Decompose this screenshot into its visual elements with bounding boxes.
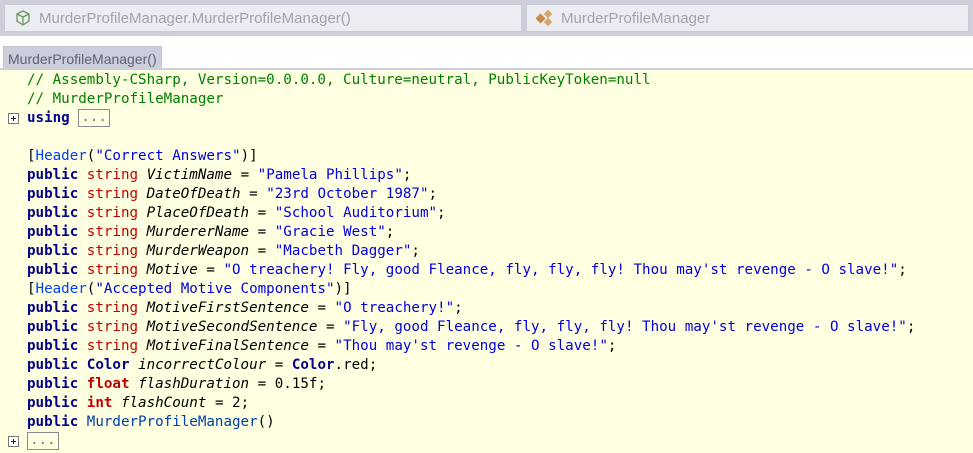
public-keyword: public: [27, 395, 79, 411]
field-name: flashCount: [120, 395, 207, 411]
field-line: public string MotiveFinalSentence = "Tho…: [27, 338, 617, 354]
string-keyword: string: [86, 205, 139, 221]
member-dropdown[interactable]: MurderProfileManager.MurderProfileManage…: [4, 4, 522, 32]
string-keyword: string: [86, 319, 139, 335]
field-name: VictimName: [146, 167, 233, 183]
color-member: .red: [334, 357, 369, 373]
member-dropdown-label: MurderProfileManager.MurderProfileManage…: [39, 9, 351, 27]
navigation-bar: MurderProfileManager.MurderProfileManage…: [0, 0, 973, 36]
expand-body-icon[interactable]: [8, 436, 19, 447]
field-name: MurdererName: [146, 224, 250, 240]
field-name: MotiveFirstSentence: [146, 300, 309, 316]
string-keyword: string: [86, 338, 139, 354]
public-keyword: public: [27, 300, 79, 316]
float-field-line: public float flashDuration = 0.15f;: [27, 376, 327, 392]
color-field-line: public Color incorrectColour = Color.red…: [27, 357, 378, 373]
field-line: public string VictimName = "Pamela Phill…: [27, 167, 412, 183]
attribute-arg: "Accepted Motive Components": [95, 281, 335, 297]
type-dropdown[interactable]: MurderProfileManager: [526, 4, 969, 32]
field-name: Motive: [146, 262, 198, 278]
public-keyword: public: [27, 224, 79, 240]
code-editor[interactable]: // Assembly-CSharp, Version=0.0.0.0, Cul…: [0, 70, 973, 453]
field-name: DateOfDeath: [146, 186, 241, 202]
field-line: public string MurderWeapon = "Macbeth Da…: [27, 243, 420, 259]
field-name: MurderWeapon: [146, 243, 250, 259]
assembly-comment: // Assembly-CSharp, Version=0.0.0.0, Cul…: [27, 72, 651, 88]
color-type: Color: [86, 357, 130, 373]
field-value: "Fly, good Fleance, fly, fly, fly! Thou …: [343, 319, 907, 335]
int-field-line: public int flashCount = 2;: [27, 395, 250, 411]
field-line: public string DateOfDeath = "23rd Octobe…: [27, 186, 438, 202]
comment-line: // MurderProfileManager: [0, 90, 973, 109]
field-value: "Macbeth Dagger": [274, 243, 412, 259]
public-keyword: public: [27, 357, 79, 373]
public-keyword: public: [27, 319, 79, 335]
field-value: "O treachery!": [334, 300, 455, 316]
string-keyword: string: [86, 224, 139, 240]
field-line: public string MurdererName = "Gracie Wes…: [27, 224, 395, 240]
color-type-ref: Color: [291, 357, 335, 373]
type-comment: // MurderProfileManager: [27, 91, 224, 107]
field-value: "23rd October 1987": [266, 186, 429, 202]
field-line: public string Motive = "O treachery! Fly…: [27, 262, 907, 278]
attribute-name: Header: [35, 281, 87, 297]
type-dropdown-label: MurderProfileManager: [561, 9, 711, 27]
attribute-arg: "Correct Answers": [95, 148, 241, 164]
public-keyword: public: [27, 167, 79, 183]
public-keyword: public: [27, 243, 79, 259]
expand-using-icon[interactable]: [8, 113, 19, 124]
field-value: 2: [232, 395, 241, 411]
tab-murder-profile-manager[interactable]: MurderProfileManager(): [3, 46, 162, 70]
public-keyword: public: [27, 376, 79, 392]
string-keyword: string: [86, 243, 139, 259]
attribute-line: [Header("Correct Answers")]: [27, 148, 258, 164]
field-name: incorrectColour: [138, 357, 267, 373]
float-keyword: float: [86, 376, 130, 392]
field-line: public string MotiveSecondSentence = "Fl…: [27, 319, 916, 335]
collapsed-body-line: ...: [0, 432, 973, 451]
field-line: public string PlaceOfDeath = "School Aud…: [27, 205, 446, 221]
string-keyword: string: [86, 262, 139, 278]
collapsed-using-region[interactable]: ...: [78, 109, 110, 127]
field-name: flashDuration: [138, 376, 250, 392]
tab-strip: MurderProfileManager(): [0, 36, 973, 70]
field-value: 0.15f: [274, 376, 318, 392]
constructor-parens: (): [257, 414, 275, 430]
field-value: "Gracie West": [274, 224, 386, 240]
attribute-name: Header: [35, 148, 87, 164]
string-keyword: string: [86, 167, 139, 183]
attribute-line: [Header("Accepted Motive Components")]: [27, 281, 352, 297]
field-name: PlaceOfDeath: [146, 205, 250, 221]
field-name: MotiveFinalSentence: [146, 338, 309, 354]
public-keyword: public: [27, 262, 79, 278]
comment-line: // Assembly-CSharp, Version=0.0.0.0, Cul…: [0, 71, 973, 90]
collapsed-constructor-body[interactable]: ...: [27, 432, 59, 450]
constructor-line: public MurderProfileManager(): [0, 413, 973, 432]
using-keyword: using: [27, 110, 70, 126]
public-keyword: public: [27, 186, 79, 202]
field-value: "O treachery! Fly, good Fleance, fly, fl…: [223, 262, 899, 278]
string-keyword: string: [86, 300, 139, 316]
field-name: MotiveSecondSentence: [146, 319, 318, 335]
using-line: using ...: [0, 109, 973, 128]
field-value: "Thou may'st revenge - O slave!": [334, 338, 608, 354]
public-keyword: public: [27, 414, 79, 430]
field-value: "Pamela Phillips": [257, 167, 403, 183]
constructor-name[interactable]: MurderProfileManager: [87, 414, 258, 430]
field-line: public string MotiveFirstSentence = "O t…: [27, 300, 463, 316]
public-keyword: public: [27, 205, 79, 221]
field-value: "School Auditorium": [274, 205, 438, 221]
code-view: // Assembly-CSharp, Version=0.0.0.0, Cul…: [0, 71, 973, 451]
public-keyword: public: [27, 338, 79, 354]
cube-icon: [13, 8, 33, 28]
int-keyword: int: [86, 395, 113, 411]
class-icon: [535, 8, 555, 28]
string-keyword: string: [86, 186, 139, 202]
